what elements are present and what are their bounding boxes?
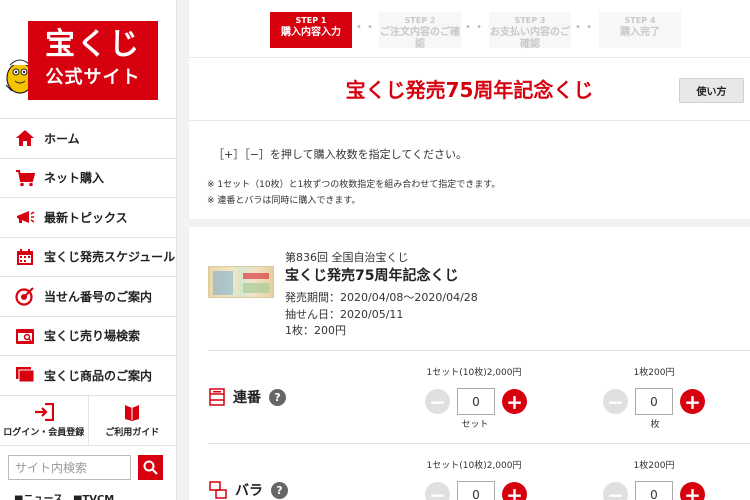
product-round: 第836回 全国自治宝くじ	[285, 251, 409, 264]
sidebar-item-label: 宝くじ売り場検索	[44, 329, 141, 344]
sidebar-item-shop-search[interactable]: 宝くじ売り場検索	[0, 317, 176, 356]
bara-single-quantity-input[interactable]	[635, 481, 673, 500]
renban-label-group: 連番 ?	[209, 387, 286, 407]
main-content: STEP 1 購入内容入力 • • • • STEP 2 ご注文内容のご確認 •…	[189, 0, 750, 500]
renban-single-minus-button[interactable]: −	[603, 389, 628, 414]
bara-icon	[209, 481, 227, 499]
renban-label: 連番	[233, 390, 261, 406]
site-search-input[interactable]	[8, 455, 131, 480]
sidebar-item-label: 当せん番号のご案内	[44, 289, 153, 304]
step-number: STEP 3	[514, 16, 546, 25]
login-register-label: ログイン・会員登録	[3, 427, 85, 438]
bara-single-plus-button[interactable]: +	[680, 482, 705, 500]
step-title: 購入内容入力	[281, 27, 341, 38]
sidebar-item-label: 最新トピックス	[44, 210, 128, 225]
renban-single-plus-button[interactable]: +	[680, 389, 705, 414]
renban-set-plus-button[interactable]: +	[502, 389, 527, 414]
step-title: ご注文内容のご確認	[380, 27, 460, 50]
login-icon	[34, 402, 54, 421]
sidebar-item-net-purchase[interactable]: ネット購入	[0, 159, 176, 198]
renban-set-quantity-input[interactable]	[457, 388, 495, 415]
step-number: STEP 4	[624, 16, 656, 25]
shop-icon	[14, 325, 36, 347]
bara-set-plus-button[interactable]: +	[502, 482, 527, 500]
bara-label-group: バラ ?	[209, 480, 288, 500]
search-button[interactable]	[138, 455, 163, 480]
sidebar-item-winning-numbers[interactable]: 当せん番号のご案内	[0, 277, 176, 317]
how-to-use-button[interactable]: 使い方	[679, 78, 744, 103]
section-divider	[189, 219, 750, 227]
site-search	[8, 455, 163, 480]
purchase-steps: STEP 1 購入内容入力 • • • • STEP 2 ご注文内容のご確認 •…	[189, 0, 750, 58]
sidebar: 宝くじ 公式サイト ホーム ネット購入 最新トピックス 宝くじ発売スケジュール …	[0, 0, 177, 500]
note-simultaneous: ※ 連番とバラは同時に購入できます。	[207, 196, 361, 206]
sidebar-item-topics[interactable]: 最新トピックス	[0, 198, 176, 238]
step-3: STEP 3 お支払い内容のご確認	[489, 12, 571, 50]
sidebar-item-label: 宝くじ発売スケジュール	[44, 250, 176, 265]
page-title: 宝くじ発売75周年記念くじ	[345, 78, 594, 102]
step-number: STEP 1	[295, 16, 327, 25]
bara-set-price: 1セット(10枚)2,000円	[426, 461, 522, 471]
sidebar-item-label: ホーム	[44, 131, 80, 146]
product-ticket-image	[208, 266, 274, 298]
bara-set-minus-button[interactable]: −	[425, 482, 450, 500]
bara-single-stepper: − +	[603, 481, 705, 500]
megaphone-icon	[14, 206, 36, 228]
product-name: 宝くじ発売75周年記念くじ	[285, 268, 459, 284]
renban-single-unit: 枚	[650, 420, 660, 430]
instruction-text: ［+］［−］を押して購入枚数を指定してください。	[213, 148, 467, 161]
sale-period: 発売期間：2020/04/08〜2020/04/28	[285, 291, 478, 304]
bara-set-stepper: − +	[425, 481, 527, 500]
cart-icon	[14, 167, 36, 189]
row-divider	[208, 443, 750, 444]
page-root: 宝くじ 公式サイト ホーム ネット購入 最新トピックス 宝くじ発売スケジュール …	[0, 0, 750, 500]
bara-single-minus-button[interactable]: −	[603, 482, 628, 500]
renban-set-minus-button[interactable]: −	[425, 389, 450, 414]
row-divider	[208, 350, 750, 351]
sidebar-item-label: 宝くじ商品のご案内	[44, 368, 153, 383]
account-links: ログイン・会員登録 ご利用ガイド	[0, 395, 177, 446]
sidebar-item-home[interactable]: ホーム	[0, 119, 176, 159]
renban-single-stepper: − +	[603, 388, 705, 415]
guide-book-icon	[125, 404, 140, 421]
logo-area[interactable]: 宝くじ 公式サイト	[0, 0, 176, 119]
renban-set-unit: セット	[461, 420, 489, 430]
renban-help-icon[interactable]: ?	[269, 388, 286, 406]
calendar-icon	[14, 246, 36, 268]
renban-single-quantity-input[interactable]	[635, 388, 673, 415]
step-2: STEP 2 ご注文内容のご確認	[379, 12, 461, 50]
step-title: 購入完了	[620, 27, 660, 38]
draw-date: 抽せん日：2020/05/11	[285, 308, 404, 321]
bara-label: バラ	[235, 483, 263, 499]
renban-set-price: 1セット(10枚)2,000円	[426, 368, 522, 378]
sidebar-item-label: ネット購入	[44, 171, 105, 186]
sidebar-item-schedule[interactable]: 宝くじ発売スケジュール	[0, 238, 176, 277]
step-4: STEP 4 購入完了	[599, 12, 681, 48]
news-tvcm-links[interactable]: ■ニュース ■TVCM	[14, 490, 114, 500]
user-guide-label: ご利用ガイド	[105, 427, 160, 438]
login-register-link[interactable]: ログイン・会員登録	[0, 395, 89, 445]
target-icon	[14, 285, 36, 307]
step-title: お支払い内容のご確認	[490, 27, 570, 50]
bara-set-quantity-input[interactable]	[457, 481, 495, 500]
sidebar-item-products[interactable]: 宝くじ商品のご案内	[0, 356, 176, 396]
search-icon	[143, 460, 158, 475]
bara-single-price: 1枚200円	[633, 461, 675, 471]
user-guide-link[interactable]: ご利用ガイド	[89, 396, 177, 445]
bara-help-icon[interactable]: ?	[271, 481, 288, 499]
step-number: STEP 2	[404, 16, 436, 25]
home-icon	[14, 127, 36, 149]
site-logo[interactable]: 宝くじ 公式サイト	[28, 21, 158, 100]
tickets-icon	[14, 364, 36, 386]
renban-set-stepper: − +	[425, 388, 527, 415]
note-set-combination: ※ 1セット（10枚）と1枚ずつの枚数指定を組み合わせて指定できます。	[207, 180, 501, 190]
renban-single-price: 1枚200円	[633, 368, 675, 378]
logo-title: 宝くじ	[45, 27, 141, 62]
renban-icon	[209, 388, 225, 406]
logo-subtitle: 公式サイト	[45, 67, 141, 88]
step-1: STEP 1 購入内容入力	[270, 12, 352, 48]
title-bar: 宝くじ発売75周年記念くじ 使い方	[189, 58, 750, 121]
unit-price: 1枚：200円	[285, 324, 346, 337]
